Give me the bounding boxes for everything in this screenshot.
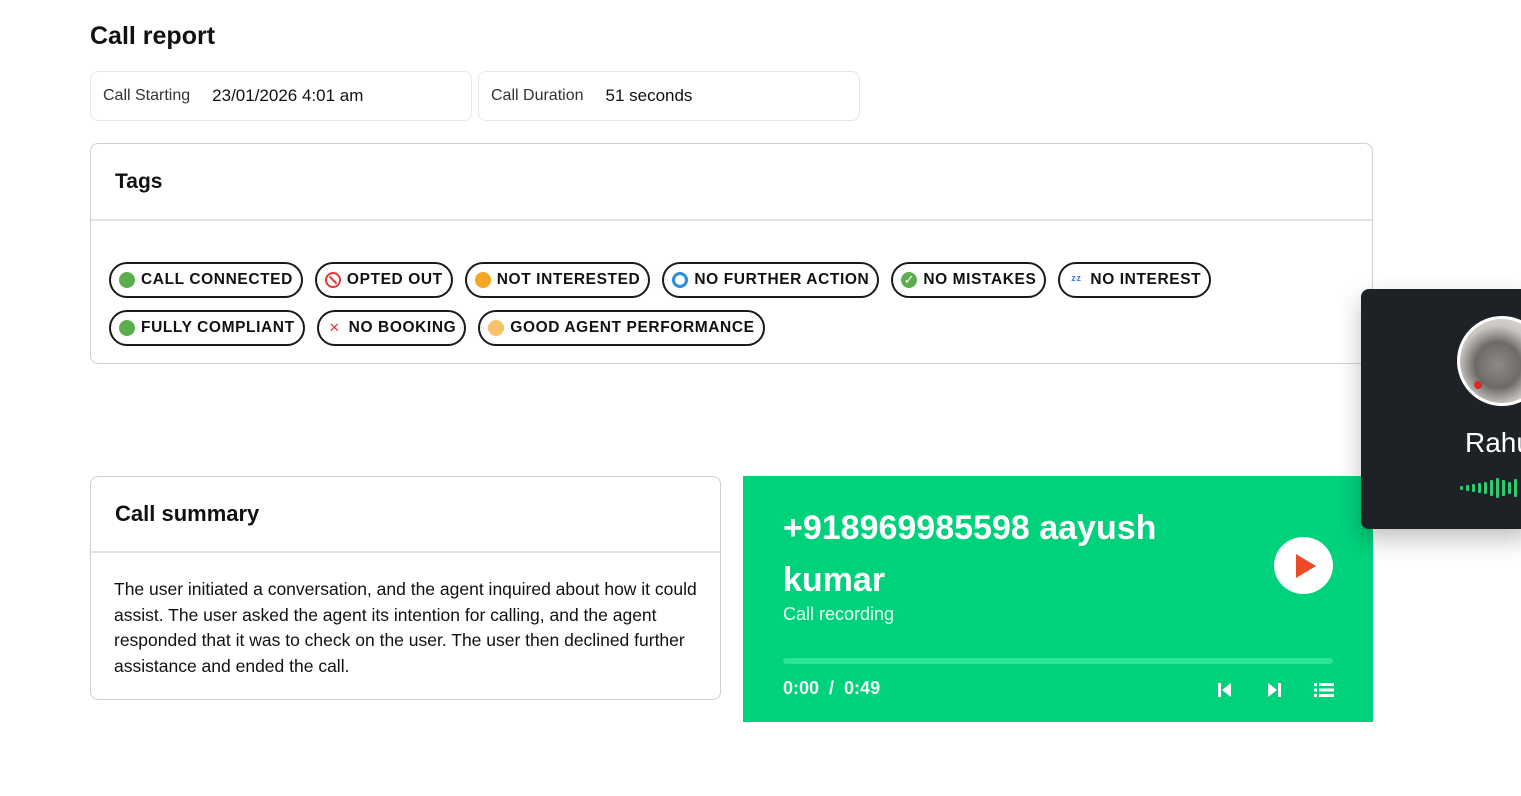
playback-progress-bar[interactable]	[783, 658, 1333, 664]
skip-back-icon	[1218, 683, 1231, 697]
playback-time: 0:00 / 0:49	[783, 678, 880, 699]
voice-agent-popup[interactable]: Rahu	[1361, 289, 1521, 529]
tag-no-booking: ✕ NO BOOKING	[316, 310, 467, 346]
tag-label: NOT INTERESTED	[496, 271, 641, 288]
tag-no-interest: ᶻᶻ NO INTEREST	[1058, 262, 1212, 298]
call-report-page: Call report Call Starting 23/01/2026 4:0…	[0, 0, 1521, 796]
sleeping-zzz-icon: ᶻᶻ	[1071, 272, 1082, 287]
tag-label: GOOD AGENT PERFORMANCE	[510, 319, 755, 336]
tag-label: CALL CONNECTED	[141, 271, 293, 288]
tag-label: NO BOOKING	[348, 319, 457, 336]
agent-name: Rahu	[1465, 427, 1521, 458]
recording-subtitle: Call recording	[783, 604, 895, 624]
call-starting-label: Call Starting	[103, 87, 191, 104]
tag-good-agent-performance: GOOD AGENT PERFORMANCE	[478, 310, 765, 346]
tag-label: OPTED OUT	[346, 271, 443, 288]
current-time: 0:00	[783, 678, 820, 698]
tag-label: FULLY COMPLIANT	[141, 319, 295, 336]
call-duration-value: 51 seconds	[605, 86, 693, 105]
skip-back-button[interactable]	[1217, 680, 1233, 700]
time-separator: /	[829, 678, 835, 698]
skip-forward-icon	[1268, 683, 1281, 697]
skip-forward-button[interactable]	[1266, 680, 1282, 700]
call-starting-value: 23/01/2026 4:01 am	[212, 86, 364, 105]
tag-label: NO INTEREST	[1090, 271, 1202, 288]
call-summary-card: Call summary The user initiated a conver…	[90, 476, 721, 700]
tag-no-further-action: NO FURTHER ACTION	[662, 262, 880, 298]
call-duration-box: Call Duration 51 seconds	[478, 71, 860, 121]
tag-opted-out: OPTED OUT	[314, 262, 453, 298]
page-title: Call report	[90, 22, 216, 50]
green-circle-icon	[119, 272, 135, 288]
live-indicator-icon	[1474, 381, 1482, 389]
tag-fully-compliant: FULLY COMPLIANT	[109, 310, 305, 346]
call-recording-player: +918969985598 aayush kumar Call recordin…	[743, 476, 1373, 722]
stop-square-icon	[672, 272, 689, 288]
tag-not-interested: NOT INTERESTED	[464, 262, 651, 298]
call-summary-text: The user initiated a conversation, and t…	[114, 579, 697, 676]
tags-card: Tags CALL CONNECTED OPTED OUT NOT INTERE…	[90, 143, 1373, 364]
agent-avatar	[1457, 316, 1521, 406]
tag-no-mistakes: ✓ NO MISTAKES	[891, 262, 1047, 298]
tag-list: CALL CONNECTED OPTED OUT NOT INTERESTED …	[109, 262, 1212, 358]
audio-waveform-icon	[1460, 478, 1517, 498]
play-button[interactable]	[1274, 537, 1333, 594]
total-time: 0:49	[844, 678, 881, 698]
tag-call-connected: CALL CONNECTED	[109, 262, 303, 298]
prohibited-icon	[324, 272, 341, 288]
tag-label: NO FURTHER ACTION	[694, 271, 870, 288]
tag-label: NO MISTAKES	[923, 271, 1037, 288]
person-shrug-icon	[474, 272, 491, 288]
caller-name: +918969985598 aayush kumar	[783, 509, 1157, 599]
call-duration-label: Call Duration	[491, 87, 584, 104]
playlist-button[interactable]	[1314, 680, 1334, 700]
thumbs-up-icon	[488, 320, 505, 336]
tags-heading: Tags	[91, 144, 1372, 221]
call-summary-heading: Call summary	[91, 477, 720, 553]
green-circle-icon	[119, 320, 135, 336]
play-icon	[1296, 553, 1316, 578]
list-icon	[1314, 683, 1334, 697]
check-mark-icon: ✓	[901, 272, 918, 288]
cross-mark-icon: ✕	[328, 320, 341, 335]
call-starting-box: Call Starting 23/01/2026 4:01 am	[90, 71, 472, 121]
